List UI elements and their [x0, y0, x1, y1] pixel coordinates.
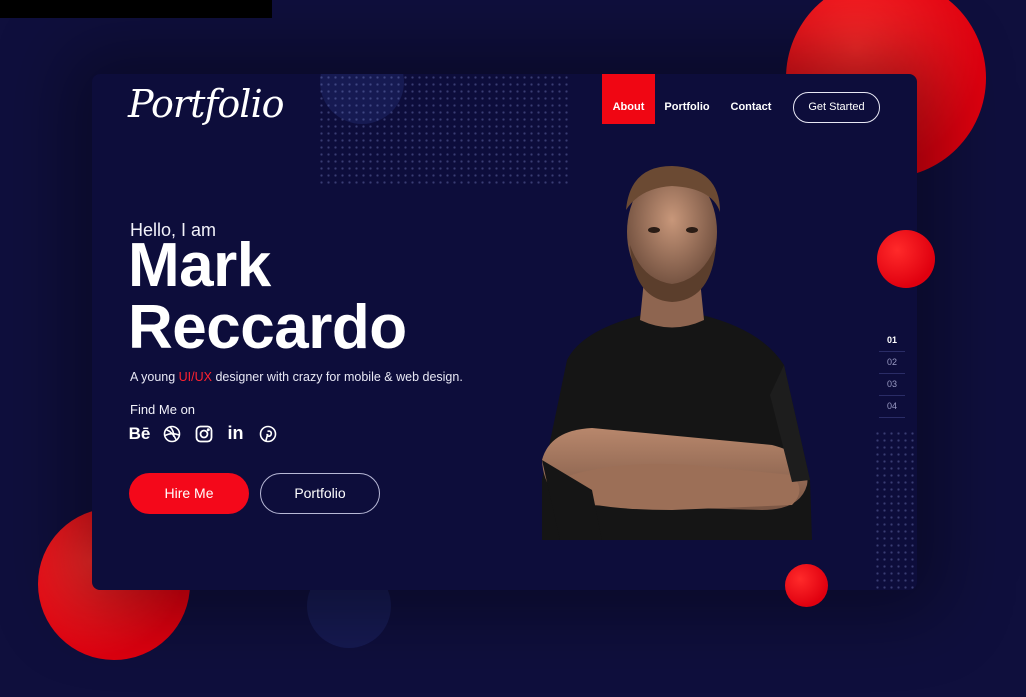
hero-last-name: Reccardo [128, 293, 407, 362]
linkedin-icon[interactable]: in [226, 423, 245, 443]
decorative-circle-right [877, 230, 935, 288]
pager-item[interactable]: 04 [879, 396, 905, 418]
portfolio-button[interactable]: Portfolio [260, 473, 380, 514]
linkedin-icon-text: in [227, 423, 244, 443]
tagline-suffix: designer with crazy for mobile & web des… [212, 370, 463, 384]
nav-about-label: About [612, 101, 645, 113]
nav-about[interactable]: About [602, 74, 655, 124]
hero-name: Mark Reccardo [128, 235, 407, 359]
profile-photo [542, 166, 812, 540]
hero-tagline: A young UI/UX designer with crazy for mo… [130, 370, 463, 384]
hero-first-name: Mark [128, 231, 271, 300]
decorative-circle-small [785, 564, 828, 607]
tagline-prefix: A young [130, 370, 179, 384]
find-me-label: Find Me on [130, 402, 196, 417]
get-started-button[interactable]: Get Started [793, 92, 880, 123]
dribbble-icon[interactable] [162, 424, 181, 443]
dot-pattern-right [874, 430, 917, 590]
behance-icon[interactable]: Bē [128, 423, 151, 443]
behance-icon-text: Bē [128, 423, 151, 443]
nav-portfolio[interactable]: Portfolio [662, 74, 712, 124]
pager-item[interactable]: 01 [879, 330, 905, 352]
nav-contact[interactable]: Contact [726, 74, 776, 124]
slide-pager: 01 02 03 04 [879, 330, 905, 418]
tagline-accent: UI/UX [178, 370, 212, 384]
social-links: Bē in [128, 423, 277, 443]
nav-portfolio-label: Portfolio [664, 101, 710, 113]
top-black-bar [0, 0, 272, 18]
portfolio-card: Portfolio About Portfolio Contact Get St… [92, 74, 917, 590]
logo[interactable]: Portfolio [128, 82, 284, 126]
nav-contact-label: Contact [730, 101, 772, 113]
pinterest-icon[interactable] [258, 424, 277, 443]
pager-item[interactable]: 02 [879, 352, 905, 374]
instagram-icon[interactable] [194, 424, 213, 443]
hire-me-button[interactable]: Hire Me [129, 473, 249, 514]
pager-item[interactable]: 03 [879, 374, 905, 396]
